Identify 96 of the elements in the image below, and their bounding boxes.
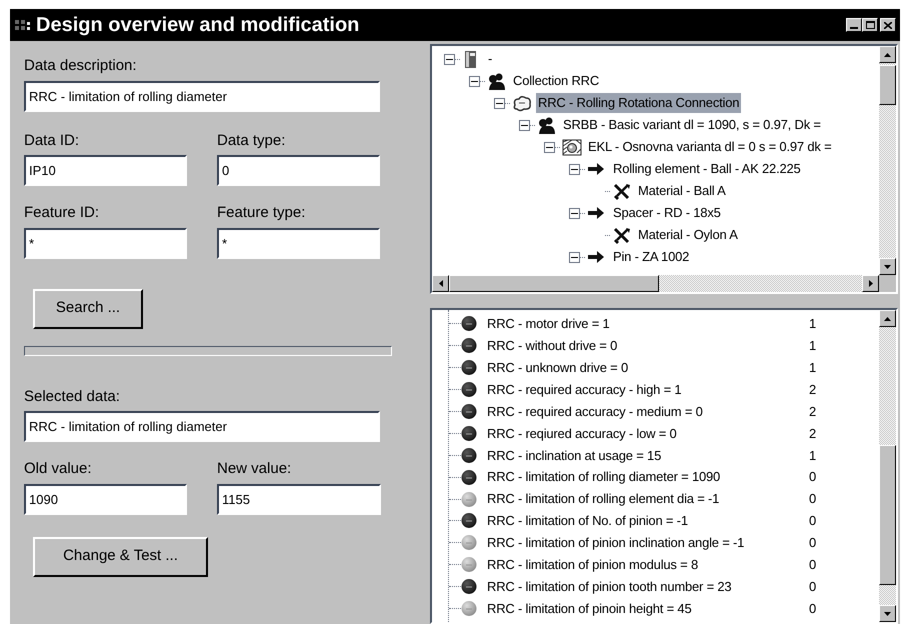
list-item[interactable]: RRC - limitation of No. of pinion = -1: [487, 511, 809, 531]
input-field[interactable]: *: [217, 228, 380, 258]
list-item[interactable]: RRC - limitation of rolling element dia = -1: [487, 489, 809, 509]
list-item[interactable]: RRC - limitation of pinion modulus = 8: [487, 554, 809, 574]
horizontal-scrollbar[interactable]: [432, 275, 896, 292]
expand-toggle[interactable]: [519, 120, 530, 130]
value-cell-text: 0: [809, 578, 816, 596]
tree-item[interactable]: Pin - ZA 1002: [611, 247, 692, 267]
expand-toggle[interactable]: [444, 54, 455, 64]
value-cell-text: 0: [809, 600, 816, 618]
field-label: Feature type:: [217, 203, 306, 223]
tools-icon: [612, 182, 632, 200]
field-label: Data description:: [24, 56, 138, 76]
up-arrow-icon: [884, 316, 891, 320]
figures-icon: [537, 116, 557, 134]
list-item[interactable]: RRC - inclination at usage = 15: [487, 446, 809, 466]
scroll-right-button[interactable]: [862, 275, 879, 292]
app-icon: [14, 18, 32, 32]
down-arrow-icon: [884, 612, 891, 616]
input-field[interactable]: RRC - limitation of rolling diameter: [24, 80, 380, 112]
tools-icon: [612, 226, 632, 244]
scroll-thumb[interactable]: [449, 275, 659, 292]
tree-item[interactable]: Rolling element - Ball - AK 22.225: [611, 159, 803, 179]
value-cell-text: 1: [809, 337, 816, 356]
tree-item[interactable]: RRC - Rolling Rotationa Connection: [536, 93, 742, 113]
field-label: Data type:: [217, 130, 286, 150]
list-item[interactable]: RRC - reqiured accuracy - low = 0: [487, 424, 809, 444]
tree-item[interactable]: Spacer - RD - 18x5: [611, 203, 723, 223]
input-field[interactable]: RRC - limitation of rolling diameter: [24, 411, 380, 442]
close-icon: [884, 22, 892, 28]
list-item[interactable]: RRC - limitation of pinion tooth number = 23: [487, 576, 809, 596]
action-button[interactable]: Search ...: [33, 288, 143, 328]
value-cell-text: 2: [809, 402, 816, 421]
input-field[interactable]: 1155: [217, 484, 381, 514]
expand-toggle[interactable]: [569, 208, 580, 218]
list-item[interactable]: RRC - required accuracy - high = 1: [487, 380, 809, 400]
scroll-left-button[interactable]: [432, 275, 449, 292]
tree-item[interactable]: EKL - Osnovna varianta dl = 0 s = 0.97 dk =: [586, 137, 834, 157]
value-cell-text: 0: [809, 468, 816, 486]
list-item[interactable]: RRC - motor drive = 1: [487, 314, 809, 334]
expand-toggle[interactable]: [569, 252, 580, 262]
tree-item[interactable]: SRBB - Basic variant dl = 1090, s = 0.97, Dk =: [561, 115, 823, 135]
input-field[interactable]: *: [24, 228, 187, 258]
scroll-down-button[interactable]: [879, 605, 896, 622]
expand-toggle[interactable]: [569, 164, 580, 174]
list-item[interactable]: RRC - limitation of pinoin height = 45: [487, 598, 809, 618]
input-field[interactable]: 0: [217, 155, 380, 186]
maximize-button[interactable]: [862, 18, 878, 32]
field-label: Feature ID:: [24, 203, 100, 223]
window-title: Design overview and modification: [36, 13, 360, 38]
field-label: Data ID:: [24, 130, 80, 150]
value-cell-text: 1: [809, 315, 816, 334]
value-cell-text: 0: [809, 534, 816, 552]
scroll-down-button[interactable]: [879, 258, 896, 275]
list-item[interactable]: RRC - limitation of rolling diameter = 1090: [487, 467, 809, 487]
tree-item[interactable]: Material - Oylon A: [636, 225, 740, 245]
down-arrow-icon: [884, 264, 891, 268]
close-button[interactable]: [880, 18, 896, 32]
value-cell-text: 1: [809, 446, 816, 465]
tree-item[interactable]: Collection RRC: [511, 71, 602, 91]
cloud-icon: [512, 94, 532, 112]
left-arrow-icon: [438, 280, 442, 287]
maximize-icon: [866, 21, 874, 29]
input-field[interactable]: 1090: [24, 484, 187, 514]
list-item[interactable]: RRC - limitation of pinion inclination angle = -1: [487, 533, 809, 553]
up-arrow-icon: [884, 52, 891, 56]
figures-icon: [487, 72, 507, 90]
expand-toggle[interactable]: [469, 76, 480, 86]
scroll-up-button[interactable]: [879, 46, 896, 63]
list-item[interactable]: RRC - required accuracy - medium = 0: [487, 402, 809, 422]
value-cell-text: 2: [809, 424, 816, 443]
tree-item[interactable]: -: [486, 49, 494, 69]
value-cell-text: 1: [809, 358, 816, 377]
field-label: Selected data:: [24, 386, 121, 406]
input-field[interactable]: IP10: [24, 155, 187, 186]
scroll-thumb[interactable]: [879, 445, 896, 585]
minimize-button[interactable]: [846, 18, 862, 32]
bearing-icon: [562, 138, 582, 156]
field-label: Old value:: [24, 459, 93, 479]
list-item[interactable]: RRC - unknown drive = 0: [487, 358, 809, 378]
minimize-icon: [850, 27, 858, 29]
value-cell-text: 0: [809, 556, 816, 574]
field-label: New value:: [217, 459, 292, 479]
right-arrow-icon: [868, 280, 872, 287]
value-cell-text: 2: [809, 380, 816, 399]
list-item[interactable]: RRC - without drive = 0: [487, 336, 809, 356]
vertical-scrollbar[interactable]: [879, 310, 896, 622]
value-cell-text: 0: [809, 490, 816, 508]
expand-toggle[interactable]: [544, 142, 555, 152]
scroll-up-button[interactable]: [879, 310, 896, 327]
vertical-scrollbar[interactable]: [879, 46, 896, 275]
scroll-thumb[interactable]: [879, 65, 896, 105]
value-cell-text: 0: [809, 512, 816, 530]
tree-item[interactable]: Material - Ball A: [636, 181, 728, 201]
action-button[interactable]: Change & Test ...: [33, 536, 208, 576]
expand-toggle[interactable]: [494, 98, 505, 108]
